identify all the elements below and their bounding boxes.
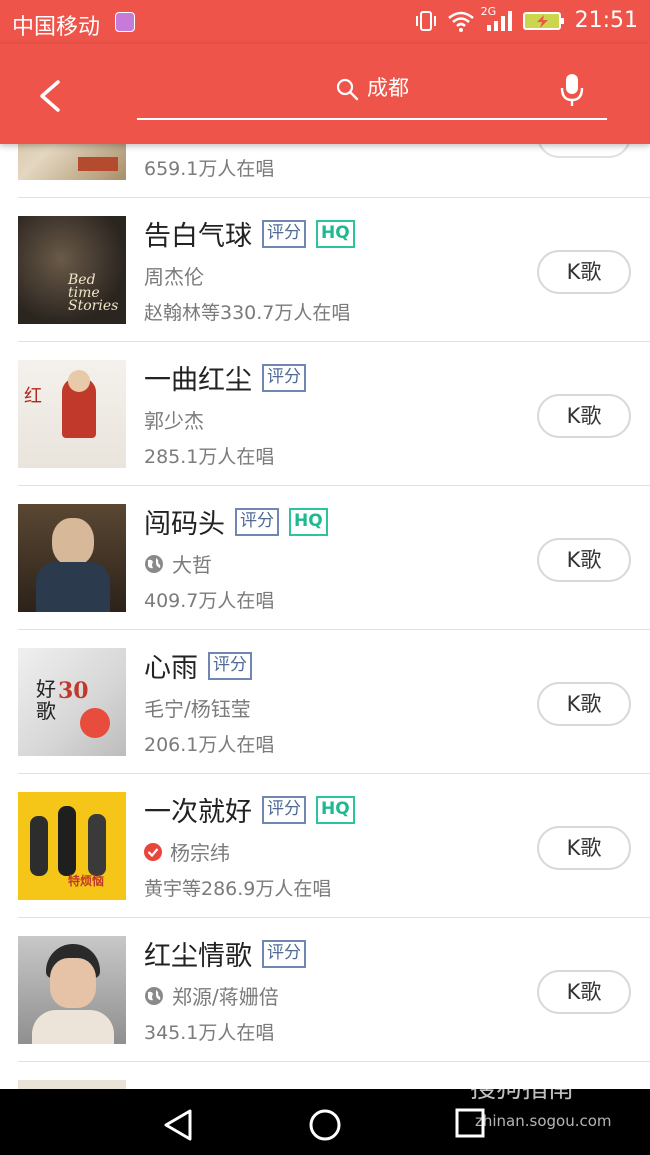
- microphone-icon: [560, 74, 584, 106]
- back-triangle-icon: [164, 1109, 192, 1141]
- listener-count: 285.1万人在唱: [144, 446, 275, 468]
- song-row[interactable]: 红尘情歌 评分 郑源/蒋姗倍 345.1万人在唱 K歌: [0, 918, 650, 1062]
- score-tag: 评分: [262, 795, 306, 824]
- hq-tag: HQ: [289, 507, 328, 536]
- song-title: 一次就好: [144, 797, 252, 828]
- score-tag: 评分: [262, 363, 306, 392]
- globe-icon: [145, 986, 163, 1005]
- artist-name[interactable]: 大哲: [172, 549, 212, 578]
- karaoke-button[interactable]: K歌: [537, 826, 631, 870]
- karaoke-button[interactable]: K歌: [537, 682, 631, 726]
- karaoke-button[interactable]: K歌: [537, 538, 631, 582]
- score-tag: 评分: [208, 651, 252, 680]
- song-title: 心雨: [144, 653, 198, 684]
- artist-name[interactable]: 周杰伦: [144, 261, 204, 290]
- back-arrow-icon: [40, 80, 60, 112]
- wifi-icon: [447, 10, 475, 32]
- clock: 21:51: [574, 8, 638, 33]
- search-input[interactable]: 成都: [137, 68, 607, 120]
- carrier-name: 中国移动: [12, 15, 101, 40]
- song-row[interactable]: 红 一曲红尘 评分 郭少杰 285.1万人在唱 K歌: [0, 342, 650, 486]
- artist-name[interactable]: 郑源/蒋姗倍: [172, 981, 279, 1010]
- nav-home-button[interactable]: [307, 1107, 343, 1147]
- hq-tag: HQ: [316, 795, 355, 824]
- battery-charging-icon: [522, 10, 565, 32]
- album-cover-image: [18, 1080, 126, 1089]
- song-row[interactable]: 闯码头 评分 HQ 大哲 409.7万人在唱 K歌: [0, 486, 650, 630]
- album-cover-image: 红: [18, 360, 126, 468]
- nav-back-button[interactable]: [160, 1107, 196, 1147]
- listener-count: 黄宇等286.9万人在唱: [144, 878, 332, 900]
- karaoke-button[interactable]: K歌: [537, 394, 631, 438]
- artist-name[interactable]: 杨宗纬: [170, 837, 230, 866]
- search-icon: [336, 78, 359, 101]
- album-cover-image: 特烦恼: [18, 792, 126, 900]
- search-query: 成都: [367, 76, 409, 100]
- artist-name[interactable]: 郭少杰: [144, 405, 204, 434]
- listener-count: 345.1万人在唱: [144, 1022, 275, 1044]
- signal-icon: 2G: [481, 5, 513, 33]
- album-cover-image: [18, 504, 126, 612]
- globe-icon: [145, 554, 163, 573]
- album-cover-image: [18, 936, 126, 1044]
- song-row[interactable]: 特烦恼 一次就好 评分 HQ 杨宗纬 黄宇等286.9万人在唱 K歌: [0, 774, 650, 918]
- voice-search-button[interactable]: [559, 72, 585, 112]
- score-tag: 评分: [262, 219, 306, 248]
- listener-count: 409.7万人在唱: [144, 590, 275, 612]
- song-row[interactable]: 659.1万人在唱: [0, 144, 650, 198]
- app-notification-icon: [115, 12, 135, 32]
- album-cover-image: [18, 144, 126, 180]
- karaoke-button[interactable]: K歌: [537, 250, 631, 294]
- vibrate-icon: [415, 9, 437, 33]
- artist-name[interactable]: 毛宁/杨钰莹: [144, 693, 251, 722]
- listener-count: 206.1万人在唱: [144, 734, 275, 756]
- song-list[interactable]: 659.1万人在唱 Bed time Stories 告白气球 评分 HQ 周杰伦…: [0, 144, 650, 1089]
- listener-count: 659.1万人在唱: [144, 158, 275, 180]
- status-bar: 中国移动 2G 21:51: [0, 0, 650, 44]
- back-button[interactable]: [30, 74, 74, 118]
- song-row[interactable]: Bed time Stories 告白气球 评分 HQ 周杰伦 赵翰林等330.7…: [0, 198, 650, 342]
- verified-check-icon: [144, 842, 162, 861]
- watermark-brand: 搜狗指南: [470, 1074, 575, 1104]
- home-circle-icon: [309, 1109, 341, 1141]
- listener-count: 赵翰林等330.7万人在唱: [144, 302, 351, 324]
- search-header: 成都: [0, 44, 650, 144]
- score-tag: 评分: [262, 939, 306, 968]
- song-title: 告白气球: [144, 221, 252, 252]
- song-title: 闯码头: [144, 509, 225, 540]
- karaoke-button[interactable]: [537, 144, 631, 158]
- song-title: 一曲红尘: [144, 365, 252, 396]
- score-tag: 评分: [235, 507, 279, 536]
- song-title: 红尘情歌: [144, 941, 252, 972]
- album-cover-image: Bed time Stories: [18, 216, 126, 324]
- hq-tag: HQ: [316, 219, 355, 248]
- album-cover-image: 好歌 30: [18, 648, 126, 756]
- watermark-url: zhinan.sogou.com: [475, 1112, 612, 1130]
- network-type: 2G: [480, 4, 497, 18]
- karaoke-button[interactable]: K歌: [537, 970, 631, 1014]
- song-row[interactable]: 好歌 30 心雨 评分 毛宁/杨钰莹 206.1万人在唱 K歌: [0, 630, 650, 774]
